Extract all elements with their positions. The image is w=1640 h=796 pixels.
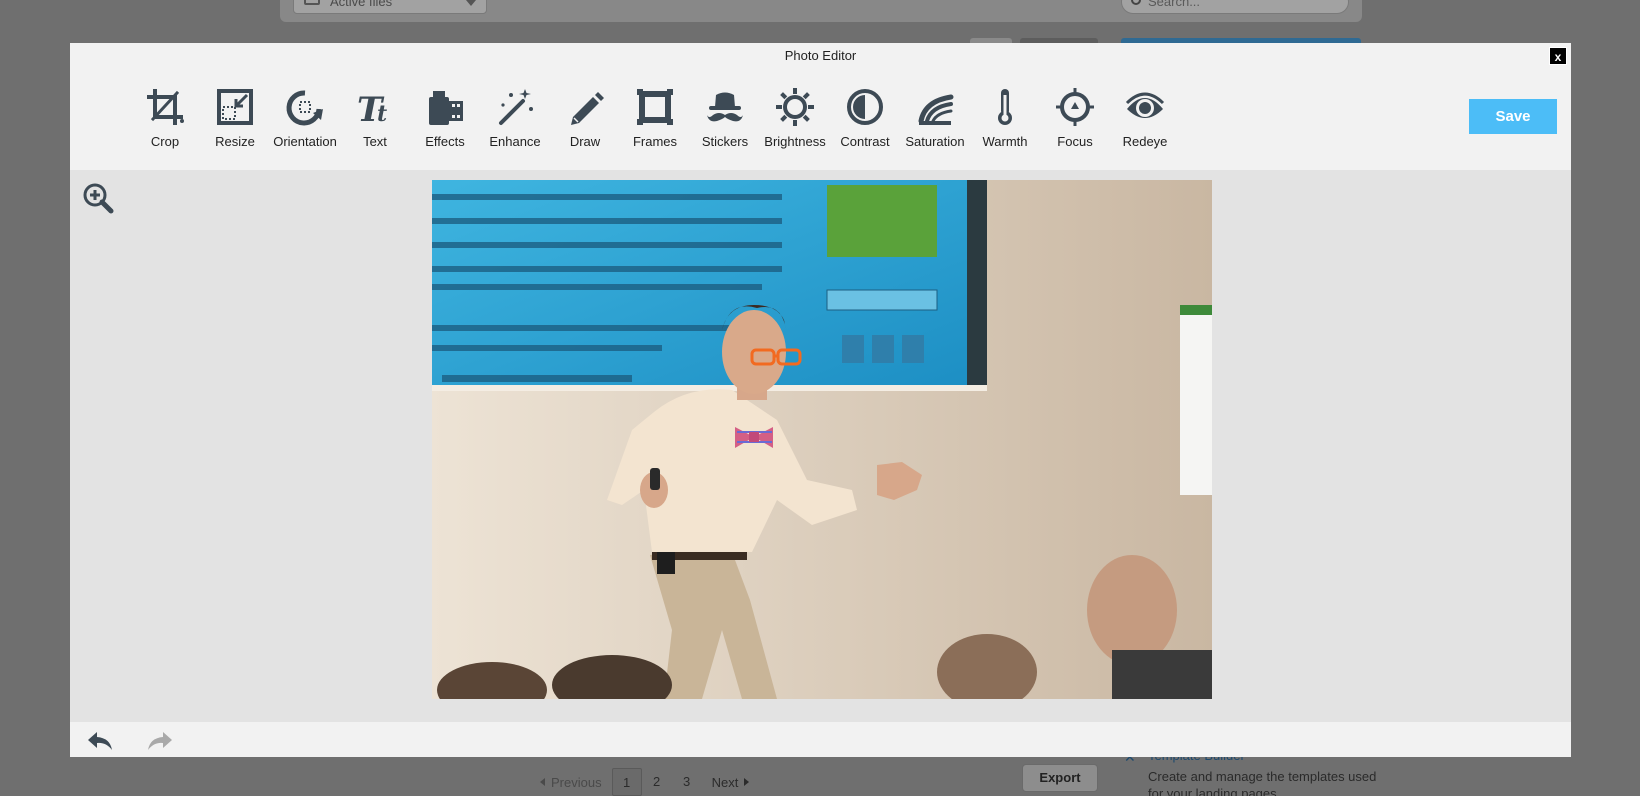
tool-frames[interactable]: Frames [620,85,690,149]
tool-text[interactable]: Tt Text [340,85,410,149]
tool-focus[interactable]: Focus [1040,85,1110,149]
editor-toolbar: Crop Resize Orientation Tt Text Effects … [130,85,1180,149]
redo-icon[interactable] [146,726,174,754]
effects-icon [423,85,467,129]
photo-editor-modal: Photo Editor x Crop Resize Orientation T… [70,43,1571,757]
pencil-icon [563,85,607,129]
tool-label: Text [363,134,387,149]
frame-icon [633,85,677,129]
tool-contrast[interactable]: Contrast [830,85,900,149]
tool-redeye[interactable]: Redeye [1110,85,1180,149]
tool-stickers[interactable]: Stickers [690,85,760,149]
text-icon: Tt [353,85,397,129]
saturation-icon [913,85,957,129]
tool-crop[interactable]: Crop [130,85,200,149]
file-filter-select: Active files [293,0,487,14]
tool-brightness[interactable]: Brightness [760,85,830,149]
eye-icon [1123,85,1167,129]
tool-resize[interactable]: Resize [200,85,270,149]
mustache-hat-icon [703,85,747,129]
search-placeholder: Search... [1148,0,1201,9]
editor-canvas[interactable] [70,170,1571,722]
background-search-input: Search... [1121,0,1349,14]
tool-label: Orientation [273,134,337,149]
pagination-page-1: 1 [611,768,642,796]
close-button[interactable]: x [1549,47,1567,65]
tool-label: Stickers [701,134,749,149]
rotate-icon [283,85,327,129]
tool-label: Effects [425,134,465,149]
crop-icon [143,85,187,129]
pagination: Previous 1 2 3 Next [540,768,750,796]
tool-label: Saturation [905,134,965,149]
tool-effects[interactable]: Effects [410,85,480,149]
zoom-in-icon[interactable] [82,182,114,214]
files-icon [304,0,320,5]
pagination-previous: Previous [540,775,602,790]
contrast-icon [843,85,887,129]
tool-label: Brightness [764,134,826,149]
tool-label: Redeye [1122,134,1168,149]
editor-footer [70,722,1571,757]
pagination-page-3: 3 [682,774,691,789]
save-button[interactable]: Save [1469,99,1557,134]
svg-text:t: t [377,101,387,127]
sun-icon [773,85,817,129]
tool-label: Crop [150,134,180,149]
template-builder-description: Create and manage the templates used for… [1148,769,1377,796]
export-button: Export [1022,764,1098,792]
tool-label: Frames [632,134,678,149]
tool-label: Warmth [982,134,1028,149]
modal-title: Photo Editor [784,48,857,63]
tool-saturation[interactable]: Saturation [900,85,970,149]
pagination-previous-label: Previous [551,774,602,790]
thermometer-icon [983,85,1027,129]
magic-wand-icon [493,85,537,129]
tool-orientation[interactable]: Orientation [270,85,340,149]
tool-label: Contrast [840,134,890,149]
resize-icon [213,85,257,129]
tool-label: Draw [569,134,601,149]
crosshair-icon [1053,85,1097,129]
file-filter-value: Active files [330,0,393,9]
pagination-next: Next [712,775,750,790]
tool-enhance[interactable]: Enhance [480,85,550,149]
undo-icon[interactable] [86,726,114,754]
chevron-right-icon [744,778,750,786]
tool-warmth[interactable]: Warmth [970,85,1040,149]
tool-label: Resize [215,134,255,149]
editable-photo[interactable] [432,180,1212,699]
tool-label: Focus [1057,134,1093,149]
search-icon [1131,0,1141,5]
tool-draw[interactable]: Draw [550,85,620,149]
chevron-left-icon [540,778,545,786]
pagination-next-label: Next [711,774,739,790]
pagination-page-2: 2 [652,774,661,789]
tool-label: Enhance [489,134,541,149]
chevron-down-icon [466,0,476,6]
